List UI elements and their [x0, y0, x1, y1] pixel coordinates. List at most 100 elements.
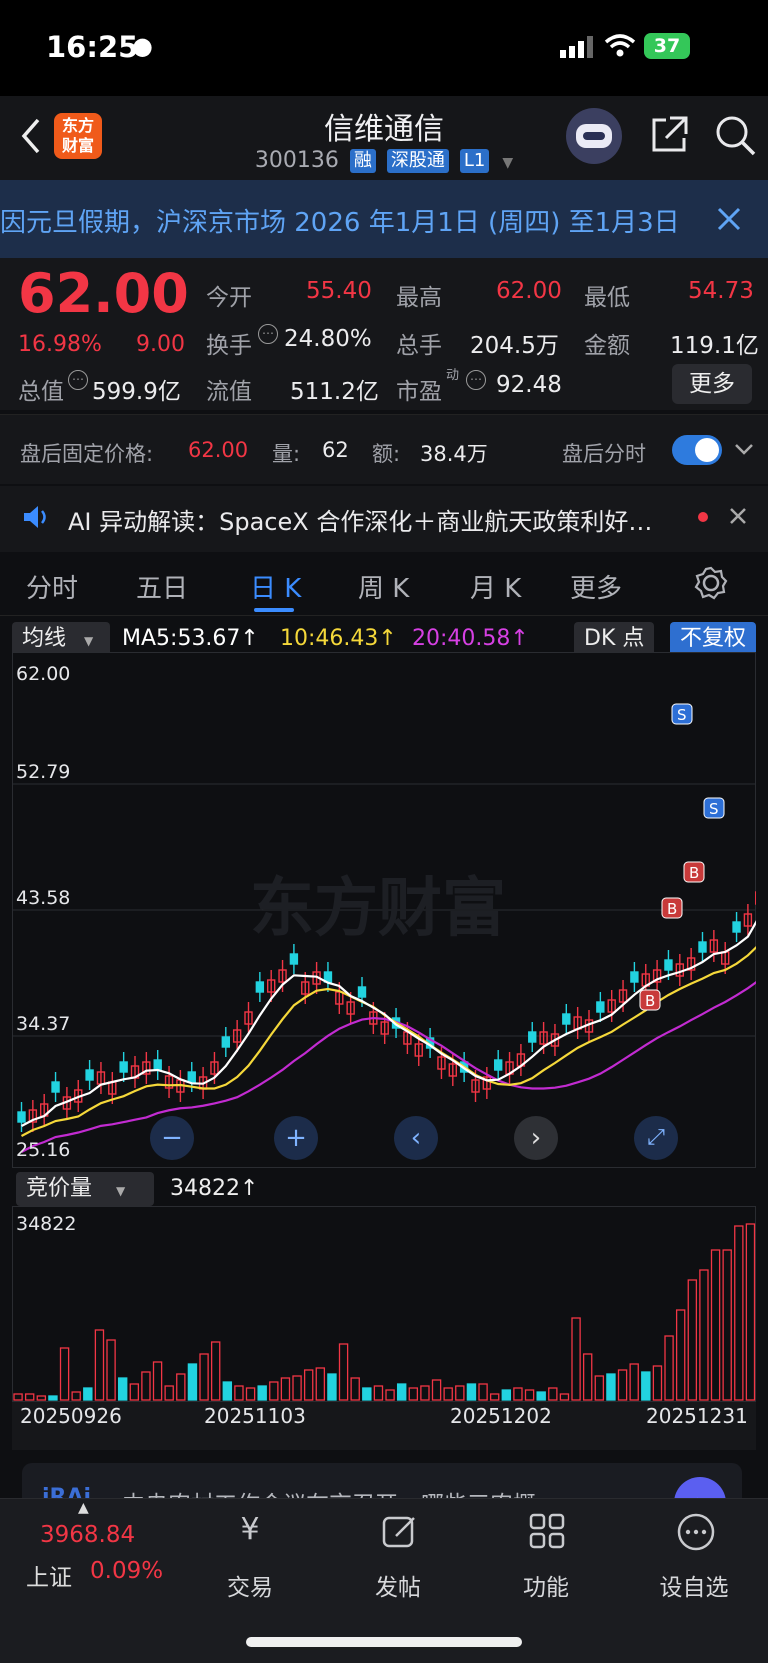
candle: [357, 986, 367, 998]
tab-daily-k[interactable]: 日 K: [250, 568, 301, 605]
ma-indicator-label: 均线: [22, 626, 67, 651]
chevron-down-icon[interactable]: [734, 442, 754, 456]
zoom-in-button[interactable]: +: [274, 1116, 318, 1160]
tab-five-day[interactable]: 五日: [136, 568, 188, 605]
open-value: 55.40: [306, 278, 372, 304]
dk-point-button[interactable]: DK 点: [574, 622, 655, 656]
volume-bar: [187, 1363, 198, 1401]
nav-post[interactable]: 发帖: [348, 1568, 448, 1602]
y-label-min: 25.16: [16, 1139, 70, 1161]
high-value: 62.00: [496, 278, 562, 304]
date-label-4: 20251231: [646, 1404, 748, 1428]
turnover-label: 换手: [206, 333, 252, 359]
unread-dot: [698, 512, 708, 522]
candle: [494, 1059, 503, 1071]
candle: [119, 1061, 128, 1073]
status-time: 16:25: [46, 30, 139, 64]
volume-indicator-label: 竞价量: [26, 1176, 93, 1201]
marker-label: B: [645, 992, 655, 1010]
close-icon[interactable]: [716, 206, 742, 232]
volume-bar: [48, 1395, 58, 1401]
adjust-button[interactable]: 不复权: [670, 622, 757, 656]
marker-label: B: [689, 864, 699, 882]
index-value[interactable]: 3968.84: [40, 1522, 135, 1548]
ai-text[interactable]: AI 异动解读：SpaceX 合作深化＋商业航天政策利好…: [68, 502, 678, 537]
info-icon[interactable]: ⋯: [68, 370, 88, 390]
volume-indicator-select[interactable]: 竞价量 ▼: [16, 1172, 154, 1206]
zoom-out-button[interactable]: −: [150, 1116, 194, 1160]
nav-watchlist[interactable]: 设自选: [644, 1568, 744, 1602]
fullscreen-button[interactable]: ⤢: [634, 1116, 678, 1160]
candle: [289, 953, 299, 965]
volume-bar: [501, 1389, 512, 1401]
info-icon[interactable]: ⋯: [466, 370, 486, 390]
y-label-2: 52.79: [16, 761, 70, 783]
pe-label: 市盈: [396, 379, 442, 405]
robot-assistant-icon[interactable]: [566, 108, 622, 164]
home-indicator: [246, 1637, 522, 1647]
battery-level: 37: [653, 35, 681, 57]
settings-icon[interactable]: [694, 566, 728, 600]
caret-up-icon: ▲: [78, 1500, 89, 1516]
volume-bar: [257, 1385, 267, 1401]
ma20-value: 20:40.58↑: [412, 626, 529, 651]
amount-label: 金额: [584, 333, 630, 359]
back-icon[interactable]: [18, 116, 44, 156]
close-icon[interactable]: [728, 506, 748, 526]
candle: [85, 1069, 94, 1081]
kline-chart[interactable]: 东方财富 62.00 52.79 43.58 34.37 25.16 SSBBB: [12, 652, 756, 1168]
tag-connect: 深股通: [386, 149, 449, 173]
after-hours-toggle[interactable]: [672, 435, 722, 465]
candle: [51, 1081, 60, 1093]
nav-trade[interactable]: 交易: [200, 1568, 300, 1602]
index-name[interactable]: 上证: [26, 1558, 72, 1592]
after-amt-value: 38.4万: [420, 442, 488, 466]
ma-indicator-select[interactable]: 均线 ▼: [12, 622, 110, 656]
pe-sup: 动: [446, 368, 460, 383]
more-button[interactable]: 更多: [672, 364, 752, 404]
watchlist-icon[interactable]: [676, 1512, 716, 1552]
nav-functions[interactable]: 功能: [496, 1568, 596, 1602]
low-label: 最低: [584, 285, 630, 311]
after-price-label: 盘后固定价格:: [20, 442, 154, 466]
candle: [630, 971, 639, 983]
volume-bar: [83, 1387, 93, 1401]
caret-down-icon[interactable]: ▼: [502, 155, 513, 171]
signal-icon: [560, 36, 593, 58]
volume-chart[interactable]: 34822: [12, 1206, 756, 1402]
y-label-3: 43.58: [16, 887, 70, 909]
low-value: 54.73: [688, 278, 754, 304]
tab-monthly-k[interactable]: 月 K: [470, 568, 521, 605]
date-axis: [12, 1402, 756, 1450]
person-icon: ●: [132, 32, 153, 60]
tag-margin: 融: [349, 149, 376, 173]
tab-intraday[interactable]: 分时: [26, 568, 78, 605]
candle: [664, 959, 673, 971]
tab-weekly-k[interactable]: 周 K: [358, 568, 409, 605]
pan-right-button[interactable]: ›: [514, 1116, 558, 1160]
tag-level: L1: [459, 149, 490, 173]
candle: [562, 1013, 571, 1025]
search-icon[interactable]: [714, 114, 758, 158]
index-pct[interactable]: 0.09%: [90, 1558, 163, 1584]
share-icon[interactable]: [648, 114, 690, 156]
open-label: 今开: [206, 285, 252, 311]
date-label-2: 20251103: [204, 1404, 306, 1428]
post-icon[interactable]: [380, 1512, 420, 1552]
battery-icon: 37: [644, 33, 690, 59]
trade-icon[interactable]: ¥: [200, 1512, 300, 1547]
y-label-max: 62.00: [16, 663, 70, 685]
marker-label: S: [677, 706, 687, 724]
candle: [255, 981, 265, 993]
ma10-value: 10:46.43↑: [280, 626, 397, 651]
mktcap-label: 总值: [18, 379, 64, 405]
change-pct: 16.98%: [18, 332, 102, 357]
mktcap-value: 599.9亿: [92, 379, 181, 405]
pan-left-button[interactable]: ‹: [394, 1116, 438, 1160]
functions-icon[interactable]: [528, 1512, 568, 1552]
tab-more[interactable]: 更多: [570, 568, 622, 605]
info-icon[interactable]: ⋯: [258, 324, 278, 344]
stock-code: 300136: [254, 148, 339, 173]
change-value: 9.00: [136, 332, 185, 357]
volume-max-label: 34822: [16, 1213, 76, 1235]
